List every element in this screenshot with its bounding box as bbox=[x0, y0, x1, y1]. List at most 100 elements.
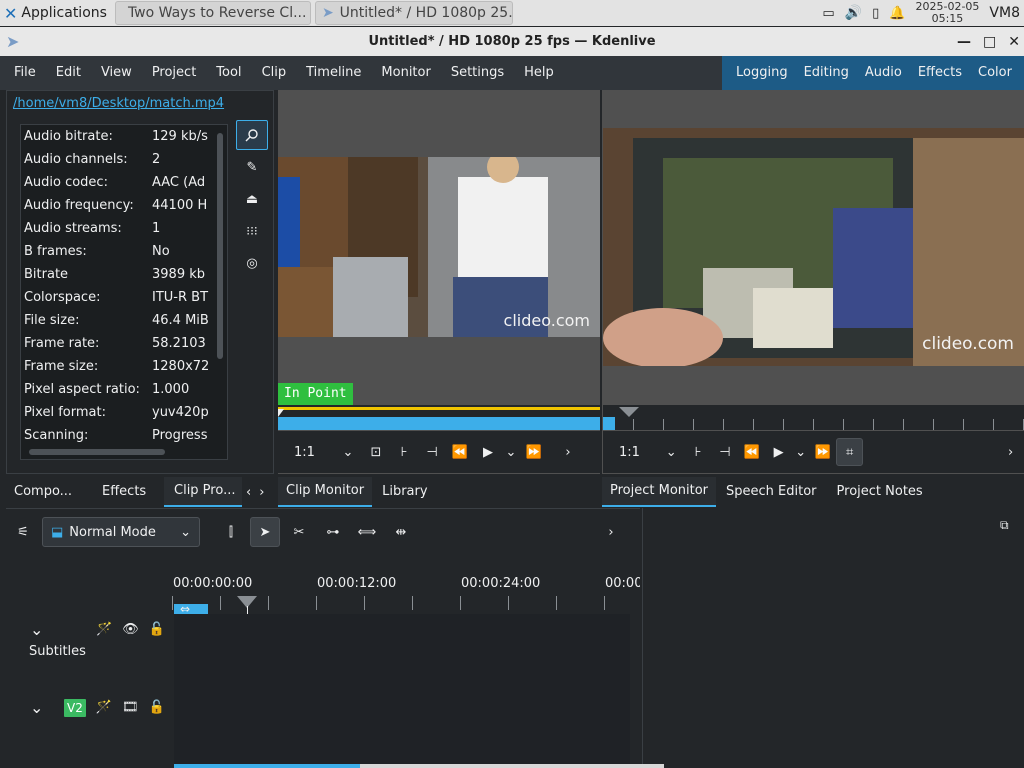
volume-icon[interactable]: 🔊 bbox=[845, 5, 862, 21]
tabs-scroll-right-icon[interactable]: › bbox=[255, 485, 268, 500]
user-label[interactable]: VM8 bbox=[989, 5, 1020, 21]
tab-effects[interactable]: Effects bbox=[92, 478, 164, 506]
clip-monitor-ruler[interactable] bbox=[278, 405, 600, 430]
clip-path-link[interactable]: /home/vm8/Desktop/match.mp4 bbox=[13, 96, 224, 111]
layout-effects[interactable]: Effects bbox=[910, 56, 970, 90]
menu-help[interactable]: Help bbox=[514, 56, 564, 90]
timeline-settings-icon[interactable]: ⚟ bbox=[8, 517, 38, 547]
tab-clip-properties[interactable]: Clip Pro... bbox=[164, 477, 242, 507]
notifications-icon[interactable]: 🔔 bbox=[889, 6, 905, 21]
project-zoom-select[interactable]: 1:1 bbox=[603, 445, 658, 460]
set-in-icon[interactable]: ⊦ bbox=[390, 438, 418, 466]
menu-project[interactable]: Project bbox=[142, 56, 206, 90]
audio-button[interactable]: ⏏ bbox=[236, 184, 268, 214]
property-key: Audio streams: bbox=[24, 221, 122, 236]
effect-wand-icon[interactable]: 🪄 bbox=[96, 700, 112, 715]
clock[interactable]: 2025-02-05 05:15 bbox=[915, 1, 979, 25]
forward-icon[interactable]: ⏩ bbox=[809, 438, 836, 466]
in-point-marker: In Point bbox=[278, 383, 353, 405]
tab-clip-monitor[interactable]: Clip Monitor bbox=[278, 477, 373, 507]
more-chevron-right-icon[interactable]: › bbox=[554, 438, 582, 466]
dock-float-icon[interactable]: ⧉ bbox=[1000, 518, 1009, 533]
rewind-icon[interactable]: ⏪ bbox=[738, 438, 765, 466]
clip-zoom-chevron-down-icon[interactable]: ⌄ bbox=[334, 445, 362, 460]
layout-color[interactable]: Color bbox=[970, 56, 1020, 90]
project-zoom-chevron-down-icon[interactable]: ⌄ bbox=[658, 445, 685, 460]
edit-mode-select[interactable]: ⬓ Normal Mode ⌄ bbox=[42, 517, 200, 547]
collapse-chevron-icon[interactable]: ⌄ bbox=[30, 698, 54, 717]
spacer-tool-icon[interactable]: ⊶ bbox=[318, 517, 348, 547]
clip-zoom-select[interactable]: 1:1 bbox=[278, 445, 334, 460]
set-out-icon[interactable]: ⊣ bbox=[712, 438, 739, 466]
property-value: Progress bbox=[152, 428, 208, 443]
play-options-chevron-icon[interactable]: ⌄ bbox=[502, 438, 520, 466]
property-row: Pixel aspect ratio: 1.000 bbox=[21, 378, 227, 401]
timeline-clip-strip[interactable] bbox=[174, 764, 360, 768]
cut-tool-icon[interactable]: ✂ bbox=[284, 517, 314, 547]
menu-view[interactable]: View bbox=[91, 56, 142, 90]
visibility-eye-icon[interactable]: 👁 bbox=[122, 622, 139, 637]
play-icon[interactable]: ▶ bbox=[765, 438, 792, 466]
film-icon[interactable]: 🎞 bbox=[122, 700, 139, 715]
layout-audio[interactable]: Audio bbox=[857, 56, 910, 90]
network-icon[interactable]: ▭ bbox=[822, 6, 834, 21]
razor-all-icon[interactable]: ⫿ bbox=[216, 517, 246, 547]
menu-clip[interactable]: Clip bbox=[252, 56, 297, 90]
menu-edit[interactable]: Edit bbox=[46, 56, 91, 90]
ripple-tool-icon[interactable]: ⟺ bbox=[352, 517, 382, 547]
property-row: Frame rate: 58.2103 bbox=[21, 332, 227, 355]
tab-speech-editor[interactable]: Speech Editor bbox=[716, 478, 827, 506]
speaker-icon: ⏏ bbox=[245, 191, 259, 207]
grid-button[interactable]: ⁝⁝⁝ bbox=[236, 216, 268, 246]
battery-icon[interactable]: ▯ bbox=[872, 6, 879, 21]
menu-file[interactable]: File bbox=[0, 56, 46, 90]
lock-icon[interactable]: 🔓 bbox=[149, 622, 165, 637]
maximize-icon[interactable]: □ bbox=[983, 27, 996, 57]
tab-library[interactable]: Library bbox=[372, 478, 437, 506]
crop-icon[interactable]: ⌗ bbox=[836, 438, 864, 466]
lock-icon[interactable]: 🔓 bbox=[149, 700, 165, 715]
menu-monitor[interactable]: Monitor bbox=[371, 56, 440, 90]
menu-tool[interactable]: Tool bbox=[206, 56, 251, 90]
select-tool-icon[interactable]: ➤ bbox=[250, 517, 280, 547]
clip-monitor-video[interactable]: clideo.com bbox=[278, 157, 600, 337]
tabs-scroll-left-icon[interactable]: ‹ bbox=[242, 485, 255, 500]
set-in-icon[interactable]: ⊦ bbox=[685, 438, 712, 466]
minimize-icon[interactable]: — bbox=[957, 27, 971, 57]
taskbar-task-kdenlive[interactable]: ➤ Untitled* / HD 1080p 25... bbox=[314, 1, 513, 25]
slip-tool-icon[interactable]: ⇹ bbox=[386, 517, 416, 547]
properties-vertical-scrollbar[interactable] bbox=[217, 133, 223, 359]
collapse-chevron-icon[interactable]: ⌄ bbox=[30, 620, 54, 639]
tab-project-monitor[interactable]: Project Monitor bbox=[602, 477, 717, 507]
property-value: 129 kb/s bbox=[152, 129, 208, 144]
search-tool-button[interactable] bbox=[236, 120, 268, 150]
tab-project-notes[interactable]: Project Notes bbox=[827, 478, 933, 506]
rewind-icon[interactable]: ⏪ bbox=[446, 438, 474, 466]
timeline-clip-strip-2[interactable] bbox=[360, 764, 664, 768]
mode-icon: ⬓ bbox=[51, 524, 64, 540]
project-monitor-ruler[interactable] bbox=[603, 405, 1024, 430]
forward-icon[interactable]: ⏩ bbox=[520, 438, 548, 466]
layout-logging[interactable]: Logging bbox=[728, 56, 796, 90]
effect-wand-icon[interactable]: 🪄 bbox=[96, 622, 112, 637]
play-options-chevron-icon[interactable]: ⌄ bbox=[792, 438, 809, 466]
property-value: 58.2103 bbox=[152, 336, 206, 351]
edit-marker-button[interactable]: ✎ bbox=[236, 152, 268, 182]
taskbar-task-browser[interactable]: Two Ways to Reverse Cl... bbox=[114, 1, 311, 25]
layout-editing[interactable]: Editing bbox=[796, 56, 857, 90]
set-out-icon[interactable]: ⊣ bbox=[418, 438, 446, 466]
play-icon[interactable]: ▶ bbox=[474, 438, 502, 466]
more-chevron-right-icon[interactable]: › bbox=[997, 438, 1024, 466]
toolbar-more-chevron-right-icon[interactable]: › bbox=[596, 517, 626, 547]
tab-compositions[interactable]: Compo... bbox=[6, 478, 92, 506]
menu-settings[interactable]: Settings bbox=[441, 56, 514, 90]
v2-track-badge[interactable]: V2 bbox=[64, 698, 86, 717]
menu-timeline[interactable]: Timeline bbox=[296, 56, 371, 90]
close-icon[interactable]: ✕ bbox=[1008, 27, 1020, 57]
overlay-icon[interactable]: ⊡ bbox=[362, 438, 390, 466]
properties-horizontal-scrollbar[interactable] bbox=[29, 449, 165, 455]
clip-properties-list[interactable]: Audio bitrate: 129 kb/s Audio channels: 2 … bbox=[20, 124, 228, 460]
applications-menu[interactable]: ✕ Applications bbox=[0, 0, 111, 26]
project-monitor-video[interactable]: clideo.com bbox=[603, 128, 1024, 366]
location-button[interactable]: ◎ bbox=[236, 248, 268, 278]
